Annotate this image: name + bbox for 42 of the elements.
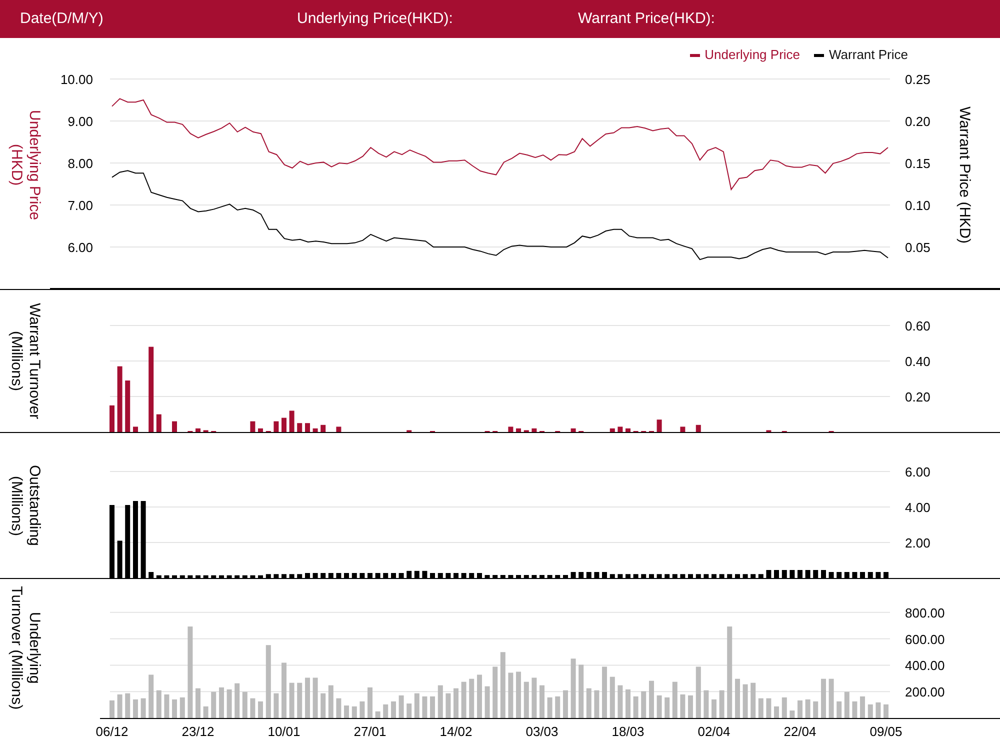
- axis-tick-label: 0.60: [905, 318, 930, 334]
- legend-swatch-icon: [814, 54, 824, 56]
- axis-title: Underlying Price (HKD): [7, 108, 43, 222]
- axis-tick-label: 800.00: [905, 605, 945, 620]
- axis-tick-label: 7.00: [68, 198, 93, 213]
- warrant-price-label: Warrant Price(HKD):: [578, 8, 715, 29]
- axis-tick-label: 18/03: [612, 724, 644, 739]
- axis-tick-label: 09/05: [870, 724, 902, 739]
- axis-title: Outstanding (Millions): [7, 464, 43, 548]
- axis-tick-label: 14/02: [440, 724, 472, 739]
- axis-tick-label: 0.20: [905, 390, 930, 404]
- underlying-price-label: Underlying Price(HKD):: [297, 8, 454, 29]
- axis-tick-label: 0.10: [905, 198, 930, 213]
- axis-tick-label: 9.00: [68, 114, 93, 129]
- axis-tick-label: 0.20: [905, 114, 930, 129]
- axis-title: Underlying Turnover (Millions): [7, 585, 43, 712]
- axis-tick-label: 22/04: [784, 724, 816, 739]
- axis-tick-label: 03/03: [526, 724, 558, 739]
- date-label: Date(D/M/Y): [20, 8, 104, 29]
- axis-tick-label: 4.00: [905, 500, 930, 515]
- legend-swatch-icon: [690, 54, 700, 56]
- axis-tick-label: 06/12: [96, 724, 128, 739]
- axis-title: Warrant Price (HKD): [956, 106, 973, 244]
- axis-tick-label: 0.15: [905, 156, 930, 171]
- axis-tick-label: 2.00: [905, 536, 930, 550]
- axis-tick-label: 6.00: [68, 240, 93, 255]
- axis-tick-label: 0.40: [905, 354, 930, 369]
- legend-label: Warrant Price: [829, 46, 908, 64]
- axis-tick-label: 200.00: [905, 684, 945, 700]
- axis-tick-label: 27/01: [354, 724, 386, 739]
- axis-tick-label: 0.25: [905, 72, 930, 87]
- axis-tick-label: 10/01: [268, 724, 300, 739]
- axis-tick-label: 23/12: [182, 724, 214, 739]
- axis-tick-label: 600.00: [905, 632, 945, 647]
- legend-label: Underlying Price: [704, 46, 800, 64]
- axis-tick-label: 400.00: [905, 658, 945, 674]
- axis-tick-label: 10.00: [60, 72, 93, 87]
- axis-title: Warrant Turnover (Millions): [7, 302, 43, 422]
- axis-tick-label: 6.00: [905, 464, 930, 480]
- axis-tick-label: 0.05: [905, 240, 930, 255]
- axis-tick-label: 02/04: [698, 724, 730, 739]
- axis-tick-label: 8.00: [68, 156, 93, 171]
